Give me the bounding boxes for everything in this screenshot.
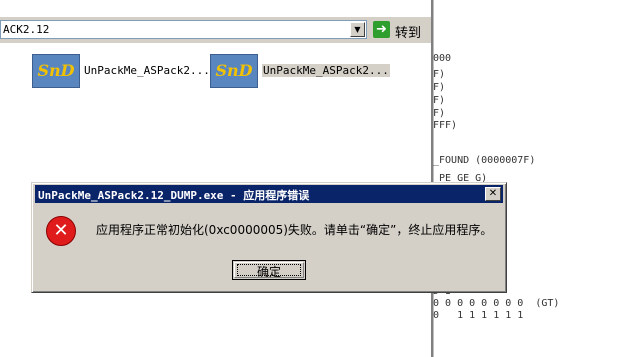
go-label: 转到 [395, 26, 422, 41]
ok-button[interactable]: 确定 [232, 260, 306, 280]
debug-line: F) [433, 82, 446, 93]
snd-app-icon: SnD [32, 54, 80, 88]
debugger-pane: 000 F) F) F) F) FFF) _FOUND (0000007F) _… [433, 0, 641, 357]
dialog-title: UnPackMe_ASPack2.12_DUMP.exe - 应用程序错误 [38, 189, 310, 202]
debug-line: F) [433, 69, 446, 80]
file-name-selected: UnPackMe_ASPack2... [262, 64, 390, 77]
close-icon: ✕ [488, 188, 498, 199]
file-name: UnPackMe_ASPack2... [84, 64, 210, 77]
arrow-right-icon: ➜ [373, 21, 390, 38]
debug-line: FFF) [433, 120, 458, 131]
address-bar: ACK2.12 ▼ ➜ 转到 [0, 17, 431, 43]
debug-line: _FOUND (0000007F) [433, 155, 536, 166]
debug-line: 0 1 1 1 1 1 1 [433, 310, 524, 321]
close-button[interactable]: ✕ [485, 187, 501, 201]
explorer-window: ACK2.12 ▼ ➜ 转到 SnD UnPackMe_ASPack2... S… [0, 0, 431, 357]
error-dialog: UnPackMe_ASPack2.12_DUMP.exe - 应用程序错误 ✕ … [31, 182, 507, 293]
go-button[interactable]: ➜ 转到 [373, 20, 425, 41]
ok-label: 确定 [256, 265, 281, 279]
error-icon: ✕ [46, 216, 76, 246]
debug-line: 0 0 0 0 0 0 0 0 (GT) [433, 298, 560, 309]
dialog-titlebar[interactable]: UnPackMe_ASPack2.12_DUMP.exe - 应用程序错误 ✕ [35, 185, 503, 203]
address-input[interactable]: ACK2.12 ▼ [0, 20, 367, 39]
debug-line: F) [433, 95, 446, 106]
debug-line: 000 [433, 53, 452, 64]
error-message: 应用程序正常初始化(0xc0000005)失败。请单击“确定”，终止应用程序。 [96, 223, 493, 237]
debug-line: F) [433, 108, 446, 119]
snd-app-icon: SnD [210, 54, 258, 88]
chevron-down-icon[interactable]: ▼ [350, 22, 365, 37]
address-text: ACK2.12 [3, 23, 50, 36]
